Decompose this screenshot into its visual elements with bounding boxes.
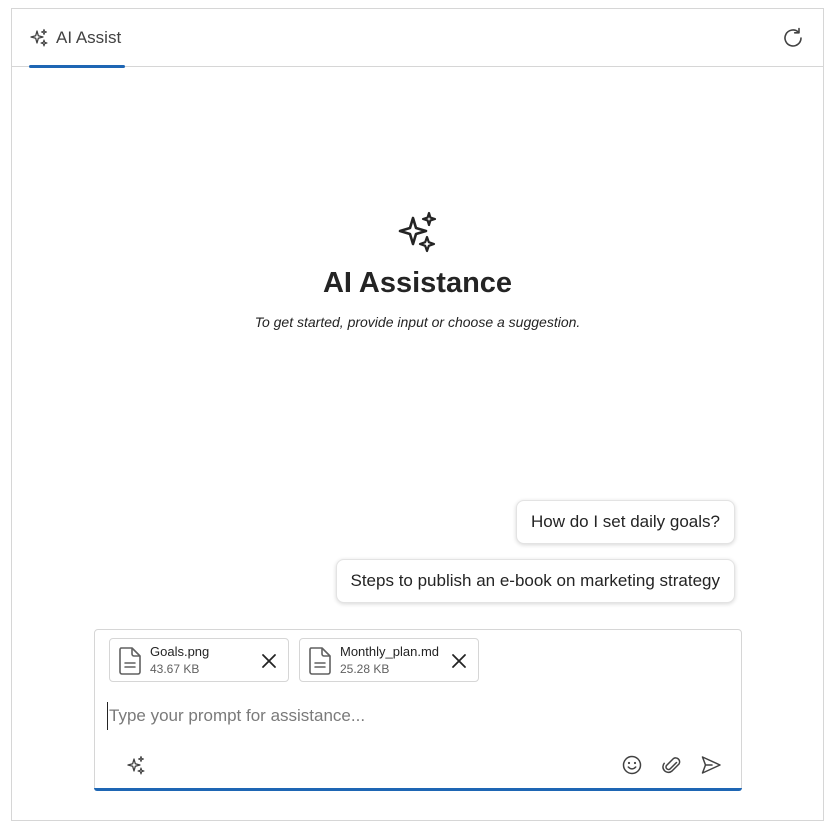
attachment-list: Goals.png 43.67 KB Monthly_plan.md 25.28… (109, 638, 479, 682)
tab-active-indicator (29, 65, 125, 68)
suggestion-chip[interactable]: Steps to publish an e-book on marketing … (335, 559, 735, 603)
composer-focus-indicator (94, 788, 742, 791)
file-icon (307, 646, 333, 676)
welcome-section: AI Assistance To get started, provide in… (12, 209, 823, 330)
welcome-subtitle: To get started, provide input or choose … (254, 314, 581, 330)
file-icon (117, 646, 143, 676)
sparkle-icon (29, 28, 49, 48)
refresh-icon[interactable] (781, 26, 805, 50)
tab-label: AI Assist (56, 28, 122, 47)
panel-header: AI Assist (12, 9, 823, 68)
prompt-input[interactable] (107, 702, 727, 730)
send-icon[interactable] (700, 754, 722, 776)
close-icon[interactable] (449, 651, 469, 671)
emoji-icon[interactable] (621, 754, 643, 776)
sparkle-icon (394, 209, 442, 257)
attachment-name: Monthly_plan.md (340, 644, 439, 659)
sparkle-icon[interactable] (125, 754, 147, 776)
suggestion-chip[interactable]: How do I set daily goals? (516, 500, 735, 544)
close-icon[interactable] (259, 651, 279, 671)
attachment-size: 25.28 KB (340, 662, 390, 676)
attachment-name: Goals.png (150, 644, 210, 659)
attachment-item[interactable]: Goals.png 43.67 KB (109, 638, 289, 682)
suggestion-list: How do I set daily goals? Steps to publi… (335, 500, 735, 603)
tab-ai-assist[interactable]: AI Assist (29, 9, 125, 68)
paperclip-icon[interactable] (661, 754, 683, 776)
attachment-item[interactable]: Monthly_plan.md 25.28 KB (299, 638, 479, 682)
welcome-title: AI Assistance (322, 267, 513, 299)
attachment-size: 43.67 KB (150, 662, 200, 676)
ai-assist-panel: AI Assist AI Assistance To get started, … (11, 8, 824, 821)
prompt-composer: Goals.png 43.67 KB Monthly_plan.md 25.28… (94, 629, 742, 791)
